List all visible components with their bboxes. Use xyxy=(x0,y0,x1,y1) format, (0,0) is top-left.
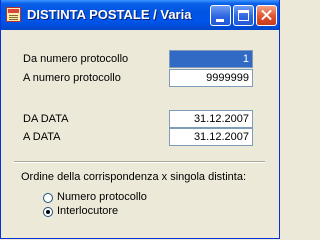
a-data-input[interactable] xyxy=(169,128,253,146)
maximize-icon xyxy=(238,10,249,21)
radio-label-numero-protocollo: Numero protocollo xyxy=(57,191,147,203)
da-data-input[interactable] xyxy=(169,110,253,128)
close-button[interactable] xyxy=(256,5,277,26)
a-numero-protocollo-input[interactable] xyxy=(169,69,253,87)
radio-label-interlocutore: Interlocutore xyxy=(57,205,119,217)
maximize-button[interactable] xyxy=(233,5,254,26)
a-numero-protocollo-label: A numero protocollo xyxy=(23,72,121,84)
da-numero-protocollo-label: Da numero protocollo xyxy=(23,53,129,65)
minimize-icon xyxy=(216,19,224,22)
da-numero-protocollo-input[interactable] xyxy=(169,50,253,68)
close-icon xyxy=(257,6,276,25)
da-data-label: DA DATA xyxy=(23,113,69,125)
window-title: DISTINTA POSTALE / Varia xyxy=(27,7,192,22)
app-icon[interactable] xyxy=(6,7,21,22)
distinta-postale-window: DISTINTA POSTALE / Varia Da numero proto… xyxy=(0,0,280,239)
radio-button-interlocutore[interactable] xyxy=(43,207,53,217)
ordine-heading: Ordine della corrispondenza x singola di… xyxy=(21,171,247,183)
title-bar[interactable]: DISTINTA POSTALE / Varia xyxy=(1,0,279,30)
a-data-label: A DATA xyxy=(23,131,61,143)
separator-line xyxy=(14,161,265,163)
radio-button-numero-protocollo[interactable] xyxy=(43,193,53,203)
minimize-button[interactable] xyxy=(210,5,231,26)
